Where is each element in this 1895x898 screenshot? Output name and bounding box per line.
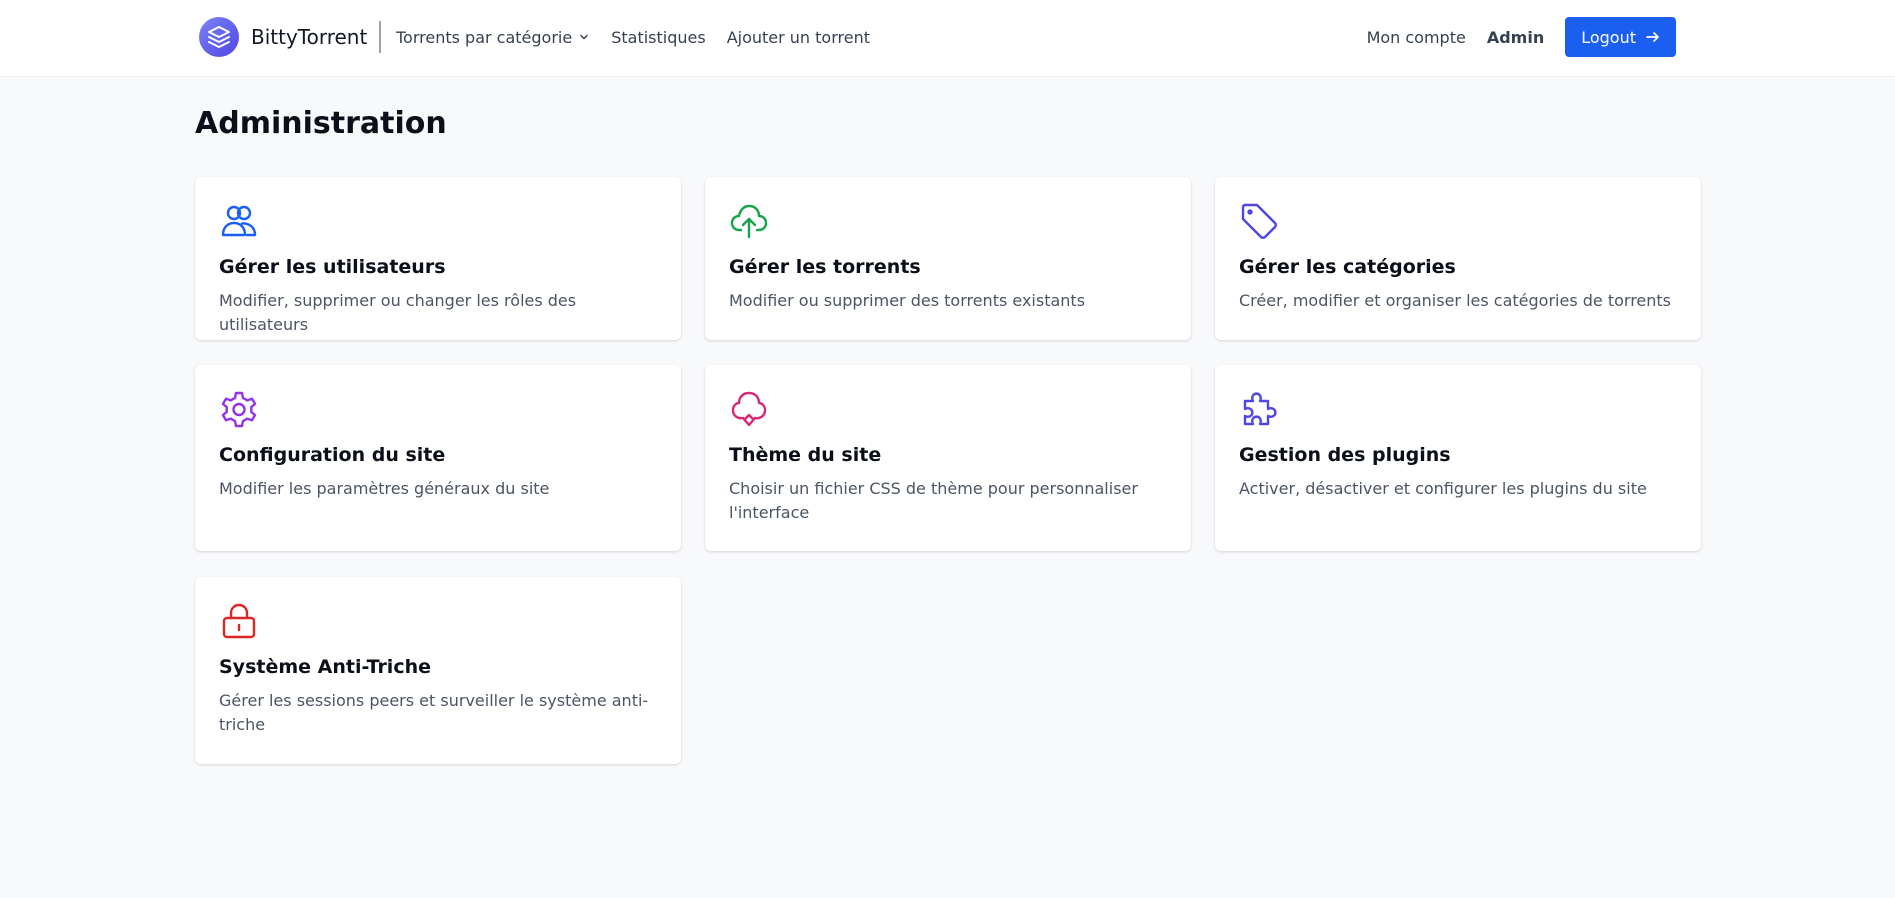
- lock-icon: [222, 603, 256, 639]
- users-icon: [221, 205, 257, 237]
- card-title: Gérer les utilisateurs: [219, 256, 446, 278]
- card-description: Modifier les paramètres généraux du site: [219, 479, 550, 498]
- card-description: Activer, désactiver et configurer les pl…: [1239, 479, 1647, 498]
- card-site-theme[interactable]: Thème du site Choisir un fichier CSS de …: [705, 365, 1191, 551]
- nav-admin[interactable]: Admin: [1487, 28, 1544, 47]
- cloud-upload-icon: [730, 204, 768, 239]
- puzzle-icon: [1243, 392, 1277, 426]
- brand-separator: [379, 21, 381, 53]
- card-title: Gérer les catégories: [1239, 256, 1456, 278]
- card-description: Gérer les sessions peers et surveiller l…: [219, 691, 649, 734]
- card-manage-categories[interactable]: Gérer les catégories Créer, modifier et …: [1215, 177, 1701, 340]
- nav-categories-label: Torrents par catégorie: [396, 27, 573, 47]
- page-title: Administration: [195, 106, 447, 141]
- gear-icon: [221, 391, 257, 428]
- top-navbar: BittyTorrent Torrents par catégorie Stat…: [0, 0, 1895, 77]
- card-description: Modifier ou supprimer des torrents exist…: [729, 291, 1086, 310]
- brand-name: BittyTorrent: [251, 25, 368, 49]
- card-description: Choisir un fichier CSS de thème pour per…: [729, 479, 1138, 522]
- card-description: Créer, modifier et organiser les catégor…: [1239, 291, 1672, 310]
- card-description: Modifier, supprimer ou changer les rôles…: [219, 291, 577, 334]
- card-title: Système Anti-Triche: [219, 656, 431, 678]
- card-anti-cheat[interactable]: Système Anti-Triche Gérer les sessions p…: [195, 577, 681, 764]
- card-manage-torrents[interactable]: Gérer les torrents Modifier ou supprimer…: [705, 177, 1191, 340]
- card-title: Gérer les torrents: [729, 256, 921, 278]
- nav-categories-dropdown[interactable]: Torrents par catégorie: [396, 28, 590, 47]
- card-title: Gestion des plugins: [1239, 444, 1451, 466]
- card-title: Thème du site: [729, 444, 882, 466]
- brand-link[interactable]: BittyTorrent: [199, 17, 367, 57]
- user-nav: Mon compte Admin Logout: [1367, 17, 1676, 57]
- logout-label: Logout: [1581, 27, 1636, 47]
- brand-logo-icon: [199, 17, 239, 57]
- card-plugin-management[interactable]: Gestion des plugins Activer, désactiver …: [1215, 365, 1701, 551]
- palette-icon: [731, 391, 767, 427]
- logout-button[interactable]: Logout: [1565, 17, 1676, 57]
- tag-icon: [1241, 203, 1277, 239]
- nav-add-torrent[interactable]: Ajouter un torrent: [727, 28, 870, 47]
- main-nav: Torrents par catégorie Statistiques Ajou…: [396, 24, 891, 50]
- card-site-configuration[interactable]: Configuration du site Modifier les param…: [195, 365, 681, 551]
- chevron-down-icon: [578, 31, 590, 43]
- card-manage-users[interactable]: Gérer les utilisateurs Modifier, supprim…: [195, 177, 681, 340]
- nav-my-account[interactable]: Mon compte: [1367, 28, 1466, 47]
- card-title: Configuration du site: [219, 444, 446, 466]
- arrow-right-icon: [1644, 28, 1662, 46]
- nav-statistics[interactable]: Statistiques: [611, 28, 705, 47]
